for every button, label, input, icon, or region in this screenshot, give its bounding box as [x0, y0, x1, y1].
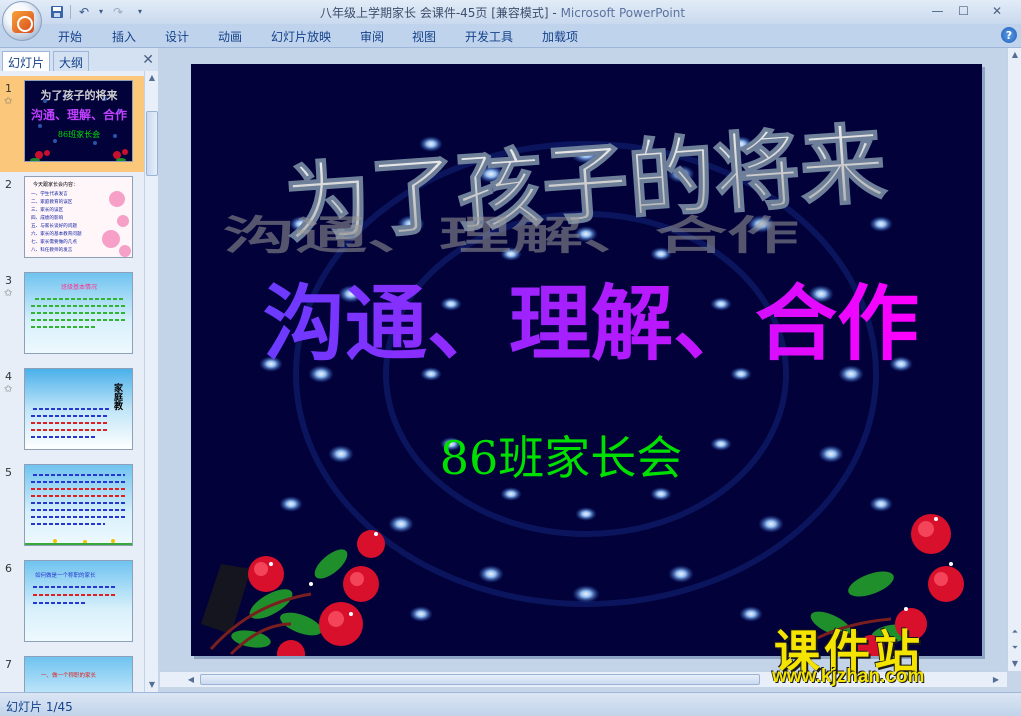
window-controls: — ☐ ✕: [925, 2, 1017, 19]
close-panel-icon[interactable]: ✕: [142, 52, 154, 68]
tab-view[interactable]: 视图: [412, 28, 436, 45]
thumbnail-number: 7: [5, 658, 12, 671]
ribbon-tab-row: 开始 插入 设计 动画 幻灯片放映 审阅 视图 开发工具 加载项 ?: [0, 24, 1021, 48]
tab-design[interactable]: 设计: [165, 28, 189, 45]
document-title: 八年级上学期家长 会课件-45页 [兼容模式] -: [320, 6, 561, 20]
thumbnail-line: 八、科任教师的发言: [31, 246, 73, 253]
thumbnail-line: 三、家长的误区: [31, 206, 64, 213]
thumbnail-number: 6: [5, 562, 12, 575]
slide-subtitle[interactable]: 沟通、理解、合作: [263, 277, 919, 372]
slide-vertical-scrollbar[interactable]: ▲ ⏶ ⏷ ▼: [1007, 48, 1021, 671]
minimize-icon[interactable]: —: [925, 2, 950, 19]
roses-left-image: [201, 530, 385, 656]
subtitle-shadow: 沟通、理解、合作: [223, 212, 799, 258]
thumbnail-preview: [24, 464, 133, 546]
status-bar: 幻灯片 1/45: [0, 692, 1021, 716]
thumbnail-number: 1: [5, 82, 12, 95]
animation-star-icon: ✩: [4, 288, 13, 299]
slide-thumbnail-7[interactable]: 7 一、做一个称职的家长: [0, 652, 144, 692]
slide-thumbnail-4[interactable]: 4 ✩ 家庭教: [0, 364, 144, 460]
slide-editing-area: 为了孩子的将来 沟通、理解、合作 沟通、理解、合作 86班家长会: [158, 48, 1007, 671]
office-logo-icon: [12, 11, 34, 33]
slide-indicator: 幻灯片 1/45: [6, 700, 73, 714]
thumbnail-heading: 一、做一个称职的家长: [41, 671, 97, 679]
scroll-left-icon[interactable]: ◀: [184, 673, 198, 687]
tab-add-ins[interactable]: 加载项: [542, 28, 578, 45]
slide-footer-text[interactable]: 86班家长会: [440, 431, 683, 485]
thumbnail-list: 1 ✩ 为了孩子的将来 沟通、理解、合作 86班家长会 2 今天跟家长会内容： …: [0, 71, 144, 692]
slide-thumbnail-3[interactable]: 3 ✩ 班级基本情况: [0, 268, 144, 364]
undo-dropdown-icon[interactable]: ▾: [97, 3, 105, 20]
thumbnail-heading: 今天跟家长会内容：: [33, 181, 78, 188]
tab-outline[interactable]: 大纲: [53, 51, 90, 71]
thumbnail-number: 2: [5, 178, 12, 191]
redo-icon[interactable]: ↷: [109, 3, 127, 20]
slide-thumbnail-1[interactable]: 1 ✩ 为了孩子的将来 沟通、理解、合作 86班家长会: [0, 76, 144, 172]
thumbnail-heading: 如何做是一个称职的家长: [35, 571, 96, 579]
save-icon[interactable]: [48, 3, 66, 20]
scrollbar-thumb[interactable]: [146, 111, 158, 176]
thumbnail-preview: 如何做是一个称职的家长: [24, 560, 133, 642]
slides-panel: 幻灯片 大纲 ✕ 1 ✩ 为了孩子的将来 沟通、理解、合作 86班家长会 2 今…: [0, 48, 158, 692]
slide-thumbnail-5[interactable]: 5: [0, 460, 144, 556]
window-title: 八年级上学期家长 会课件-45页 [兼容模式] - Microsoft Powe…: [320, 4, 685, 21]
thumbnail-number: 4: [5, 370, 12, 383]
thumbnail-line: 四、成绩的影响: [31, 214, 64, 221]
slide-thumbnail-2[interactable]: 2 今天跟家长会内容： 一、学生代表发言 二、家庭教育的误区 三、家长的误区 四…: [0, 172, 144, 268]
title-bar: ↶ ▾ ↷ ▾ 八年级上学期家长 会课件-45页 [兼容模式] - Micros…: [0, 0, 1021, 24]
thumbnail-footer: 86班家长会: [58, 129, 100, 139]
thumbnail-subtitle: 沟通、理解、合作: [31, 107, 127, 122]
next-slide-icon[interactable]: ⏷: [1008, 641, 1021, 655]
scroll-down-icon[interactable]: ▼: [1008, 657, 1021, 671]
thumbnail-title: 为了孩子的将来: [41, 88, 119, 102]
thumbnail-preview: 为了孩子的将来 沟通、理解、合作 86班家长会: [24, 80, 133, 162]
tab-slide-show[interactable]: 幻灯片放映: [271, 28, 331, 45]
current-slide[interactable]: 为了孩子的将来 沟通、理解、合作 沟通、理解、合作 86班家长会: [191, 64, 982, 656]
tab-animations[interactable]: 动画: [218, 28, 242, 45]
app-name: Microsoft PowerPoint: [560, 6, 686, 20]
thumbnail-line: 一、学生代表发言: [31, 190, 68, 197]
undo-icon[interactable]: ↶: [75, 3, 93, 20]
animation-star-icon: ✩: [4, 96, 13, 107]
customize-dropdown-icon[interactable]: ▾: [131, 3, 149, 20]
thumbnail-number: 3: [5, 274, 12, 287]
tab-review[interactable]: 审阅: [360, 28, 384, 45]
thumbnail-preview: 家庭教: [24, 368, 133, 450]
thumbnail-line: 五、与家长谈好的问题: [31, 222, 77, 229]
thumbnail-line: 六、家长的基本教育问题: [31, 230, 82, 237]
panel-tabs: 幻灯片 大纲 ✕: [0, 48, 158, 71]
thumbnail-preview: 班级基本情况: [24, 272, 133, 354]
scroll-up-icon[interactable]: ▲: [1008, 48, 1021, 62]
scrollbar-thumb[interactable]: [200, 674, 760, 685]
help-icon[interactable]: ?: [1001, 27, 1017, 43]
previous-slide-icon[interactable]: ⏶: [1008, 625, 1021, 639]
scroll-down-icon[interactable]: ▼: [145, 678, 159, 692]
office-button[interactable]: [2, 1, 42, 41]
animation-star-icon: ✩: [4, 384, 13, 395]
tab-home[interactable]: 开始: [58, 28, 82, 45]
tab-developer[interactable]: 开发工具: [465, 28, 513, 45]
tab-insert[interactable]: 插入: [112, 28, 136, 45]
thumbnail-number: 5: [5, 466, 12, 479]
thumbnail-line: 七、家长需要做的几点: [31, 238, 77, 245]
scroll-up-icon[interactable]: ▲: [145, 71, 159, 85]
thumbnail-preview: 一、做一个称职的家长: [24, 656, 133, 692]
thumbnail-side-title: 家庭教: [112, 382, 124, 411]
slide-canvas: 为了孩子的将来 沟通、理解、合作 沟通、理解、合作 86班家长会: [201, 113, 964, 656]
slide-thumbnail-6[interactable]: 6 如何做是一个称职的家长: [0, 556, 144, 652]
watermark-url: www.kjzhan.com: [772, 666, 925, 687]
thumbnail-preview: 今天跟家长会内容： 一、学生代表发言 二、家庭教育的误区 三、家长的误区 四、成…: [24, 176, 133, 258]
thumbnail-heading: 班级基本情况: [61, 283, 97, 291]
tab-slides[interactable]: 幻灯片: [2, 51, 51, 71]
thumbnail-scrollbar[interactable]: ▲ ▼: [144, 71, 158, 692]
quick-access-toolbar: ↶ ▾ ↷ ▾: [48, 3, 149, 20]
close-icon[interactable]: ✕: [977, 2, 1017, 19]
toolbar-separator: [70, 4, 71, 19]
watermark-logo: 课件站 www.kjzhan.com: [770, 616, 1006, 690]
maximize-icon[interactable]: ☐: [951, 2, 976, 19]
thumbnail-line: 二、家庭教育的误区: [31, 198, 73, 205]
